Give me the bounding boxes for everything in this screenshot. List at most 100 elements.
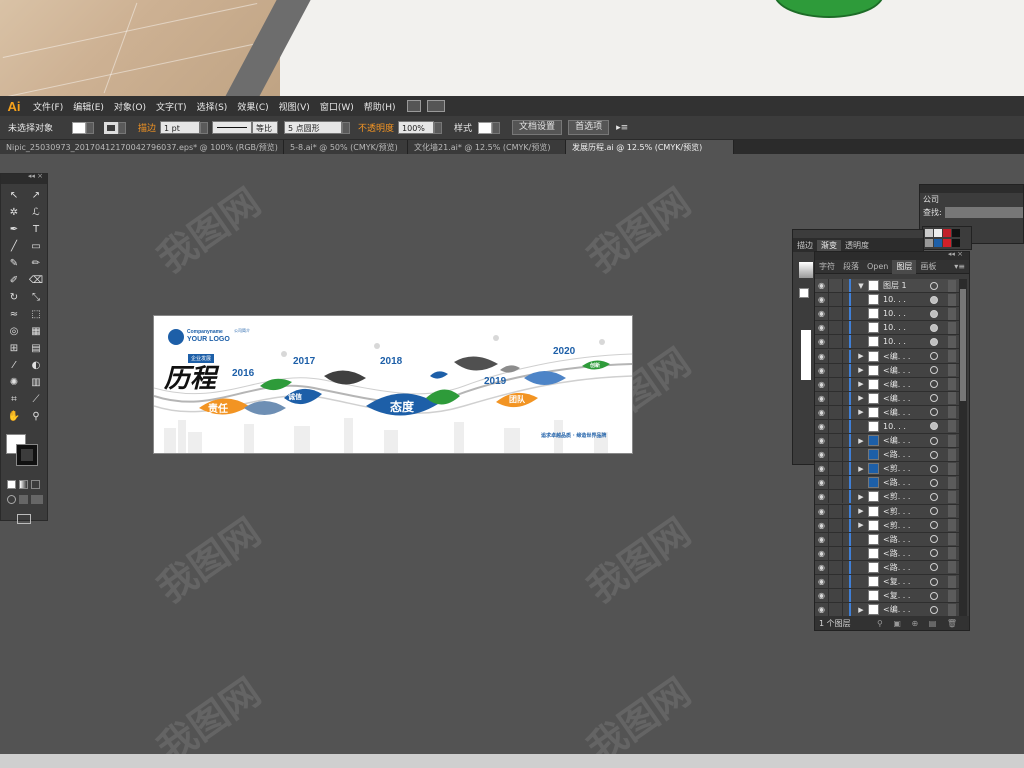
rectangle-tool-icon[interactable]: ▭ (27, 239, 45, 254)
pencil-tool-icon[interactable]: ✏ (27, 256, 45, 271)
selection-column[interactable] (948, 561, 956, 574)
target-circle-icon[interactable] (930, 577, 938, 586)
column-graph-tool-icon[interactable]: ▥ (27, 375, 45, 390)
visibility-eye-icon[interactable]: ◉ (815, 363, 829, 377)
target-circle-icon[interactable] (930, 492, 938, 501)
eraser-tool-icon[interactable]: ⌫ (27, 273, 45, 288)
selection-column[interactable] (948, 350, 956, 363)
layer-row[interactable]: ◉ <复. . . (815, 589, 960, 604)
brush-dropdown[interactable] (342, 121, 351, 134)
target-circle-icon[interactable] (930, 450, 938, 459)
swatches-panel-header[interactable] (920, 185, 1023, 193)
layers-scrollbar[interactable] (959, 279, 967, 617)
selection-column[interactable] (948, 476, 956, 489)
target-circle-icon[interactable] (930, 605, 938, 614)
panel-menu-icon[interactable]: ▾≡ (950, 262, 969, 271)
target-circle-icon[interactable] (930, 295, 938, 304)
layer-row[interactable]: ◉ ▶ <编. . . (815, 405, 960, 420)
tab-layers[interactable]: 图层 (892, 259, 917, 274)
visibility-eye-icon[interactable]: ◉ (815, 462, 829, 476)
target-circle-icon[interactable] (930, 380, 938, 389)
fill-dropdown[interactable] (86, 121, 94, 134)
layer-actions-icons[interactable]: ⚲ ▣ ⊕ ▤ 🗑 (877, 619, 961, 628)
expand-arrow-icon[interactable]: ▶ (856, 606, 866, 614)
none-mode-icon[interactable] (31, 480, 40, 489)
lock-toggle[interactable] (829, 349, 843, 363)
layer-row[interactable]: ◉ ▶ <剪. . . (815, 504, 960, 519)
menu-file[interactable]: 文件(F) (28, 100, 68, 113)
gradient-mode-icon[interactable] (19, 480, 28, 489)
arrange-documents-icon[interactable] (426, 100, 445, 112)
panel-menu-icon[interactable]: ▸≡ (612, 123, 632, 133)
lock-toggle[interactable] (829, 518, 843, 532)
lock-toggle[interactable] (829, 419, 843, 433)
symbol-sprayer-tool-icon[interactable]: ✺ (5, 375, 23, 390)
shape-builder-tool-icon[interactable]: ◎ (5, 324, 23, 339)
selection-column[interactable] (948, 519, 956, 532)
layer-row[interactable]: ◉ 10. . . (815, 293, 960, 308)
tab-stroke[interactable]: 描边 (793, 240, 817, 251)
opacity-dropdown[interactable] (434, 121, 443, 134)
expand-arrow-icon[interactable]: ▶ (856, 394, 866, 402)
perspective-grid-tool-icon[interactable]: ▦ (27, 324, 45, 339)
find-input[interactable] (944, 207, 1023, 218)
scrollbar-thumb[interactable] (960, 289, 966, 401)
line-tool-icon[interactable]: ╱ (5, 239, 23, 254)
visibility-eye-icon[interactable]: ◉ (815, 349, 829, 363)
visibility-eye-icon[interactable]: ◉ (815, 377, 829, 391)
brush-field[interactable]: 5 点圆形 (284, 121, 343, 134)
target-circle-icon[interactable] (930, 507, 938, 516)
lock-toggle[interactable] (829, 363, 843, 377)
lock-toggle[interactable] (829, 307, 843, 321)
layer-row[interactable]: ◉ ▶ <编. . . (815, 434, 960, 449)
pen-tool-icon[interactable]: ✒ (5, 222, 23, 237)
artboard[interactable]: Companyname YOUR LOGO 企业发展 历程 公司简介 2016 … (153, 315, 633, 454)
visibility-eye-icon[interactable]: ◉ (815, 589, 829, 603)
selection-column[interactable] (948, 335, 956, 348)
menu-select[interactable]: 选择(S) (192, 100, 233, 113)
selection-column[interactable] (948, 307, 956, 320)
selection-column[interactable] (948, 575, 956, 588)
swatch-cell[interactable] (925, 239, 933, 247)
target-circle-icon[interactable] (930, 549, 938, 558)
layers-panel-header[interactable]: ◂◂ × (815, 250, 969, 260)
blend-tool-icon[interactable]: ◐ (27, 358, 45, 373)
screen-mode-icon[interactable] (17, 514, 31, 524)
expand-arrow-icon[interactable]: ▶ (856, 521, 866, 529)
bridge-icon[interactable] (406, 100, 421, 112)
target-circle-icon[interactable] (930, 337, 938, 346)
draw-normal-icon[interactable] (7, 495, 16, 504)
visibility-eye-icon[interactable]: ◉ (815, 448, 829, 462)
lock-toggle[interactable] (829, 391, 843, 405)
hand-tool-icon[interactable]: ✋ (5, 409, 23, 424)
gradient-preview[interactable] (799, 262, 813, 278)
magic-wand-tool-icon[interactable]: ✲ (5, 205, 23, 220)
layer-row[interactable]: ◉ ▶ <剪. . . (815, 490, 960, 505)
tab-character[interactable]: 字符 (815, 261, 839, 272)
lock-toggle[interactable] (829, 335, 843, 349)
menu-edit[interactable]: 编辑(E) (68, 100, 109, 113)
lock-toggle[interactable] (829, 405, 843, 419)
layer-row[interactable]: ◉ <复. . . (815, 574, 960, 590)
target-circle-icon[interactable] (930, 436, 938, 445)
menu-effect[interactable]: 效果(C) (232, 100, 273, 113)
collapse-icon[interactable]: ◂◂ × (948, 250, 963, 258)
layer-row[interactable]: ◉ <路. . . (815, 560, 960, 575)
target-circle-icon[interactable] (930, 535, 938, 544)
selection-column[interactable] (948, 406, 956, 419)
menu-type[interactable]: 文字(T) (151, 100, 192, 113)
layer-row[interactable]: ◉ 10. . . (815, 321, 960, 336)
swatch-cell[interactable] (934, 229, 942, 237)
expand-arrow-icon[interactable]: ▶ (856, 352, 866, 360)
lock-toggle[interactable] (829, 589, 843, 603)
visibility-eye-icon[interactable]: ◉ (815, 391, 829, 405)
target-circle-icon[interactable] (930, 281, 938, 290)
target-circle-icon[interactable] (930, 309, 938, 318)
selection-column[interactable] (948, 505, 956, 518)
blob-brush-tool-icon[interactable]: ✐ (5, 273, 23, 288)
visibility-eye-icon[interactable]: ◉ (815, 504, 829, 518)
target-circle-icon[interactable] (930, 394, 938, 403)
gradient-swatch[interactable] (799, 288, 809, 298)
tab-transparency[interactable]: 透明度 (841, 240, 873, 251)
slice-tool-icon[interactable]: ⟋ (27, 392, 45, 407)
